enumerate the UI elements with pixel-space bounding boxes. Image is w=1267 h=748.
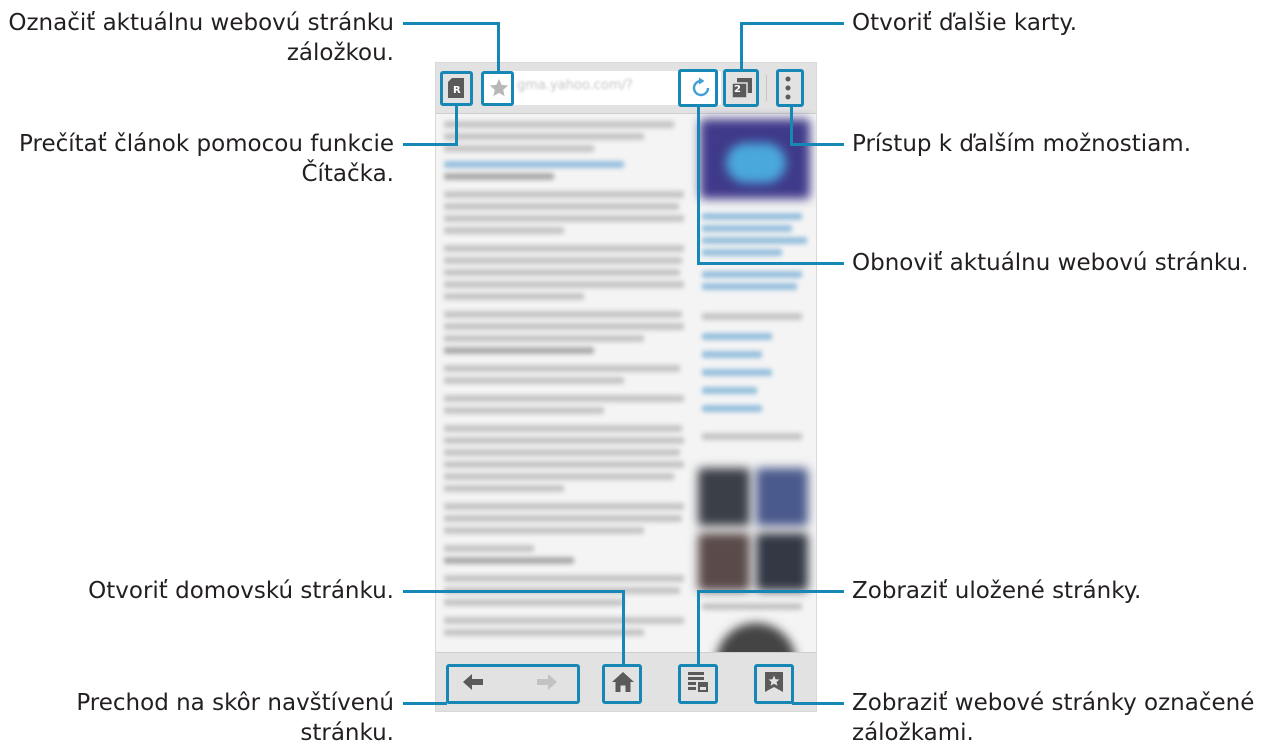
home-caption: Otvoriť domovskú stránku. <box>88 578 394 604</box>
reader-highlight <box>440 71 473 106</box>
web-page-content[interactable] <box>436 113 816 663</box>
callout-line-more <box>790 143 844 146</box>
tabs-highlight <box>723 69 759 107</box>
back-forward-highlight <box>446 664 580 704</box>
callout-line-bookmark <box>403 22 500 25</box>
tabs-caption: Otvoriť ďalšie karty. <box>852 10 1078 36</box>
star-highlight <box>481 71 514 106</box>
saved-pages-highlight <box>678 664 718 704</box>
saved-pages-caption: Zobraziť uložené stránky. <box>852 578 1142 604</box>
callout-line-reader <box>403 143 458 146</box>
callout-line-home <box>403 590 625 593</box>
home-highlight <box>602 664 642 704</box>
back-forward-caption: Prechod na skôr navštívenú stránku. <box>76 690 394 746</box>
bookmarks-highlight <box>754 664 794 704</box>
refresh-highlight <box>678 69 718 107</box>
browser-screen: R gma.yahoo.com/? 2 <box>435 62 817 712</box>
bookmark-page-caption: Označiť aktuálnu webovú stránku záložkou… <box>8 10 394 66</box>
refresh-caption: Obnoviť aktuálnu webovú stránku. <box>852 250 1249 276</box>
callout-line-tabs <box>740 22 844 25</box>
bookmarks-caption: Zobraziť webové stránky označené záložka… <box>852 690 1255 746</box>
more-options-caption: Prístup k ďalším možnostiam. <box>852 131 1192 157</box>
callout-line-back <box>403 702 447 705</box>
toolbar-divider <box>766 75 767 101</box>
callout-line-saved <box>697 590 844 593</box>
callout-line-bookmarks <box>792 702 844 705</box>
more-highlight <box>776 69 804 107</box>
reader-caption: Prečítať článok pomocou funkcie Čítačka. <box>19 131 394 187</box>
url-text: gma.yahoo.com/? <box>517 78 633 93</box>
callout-line-refresh <box>697 262 844 265</box>
